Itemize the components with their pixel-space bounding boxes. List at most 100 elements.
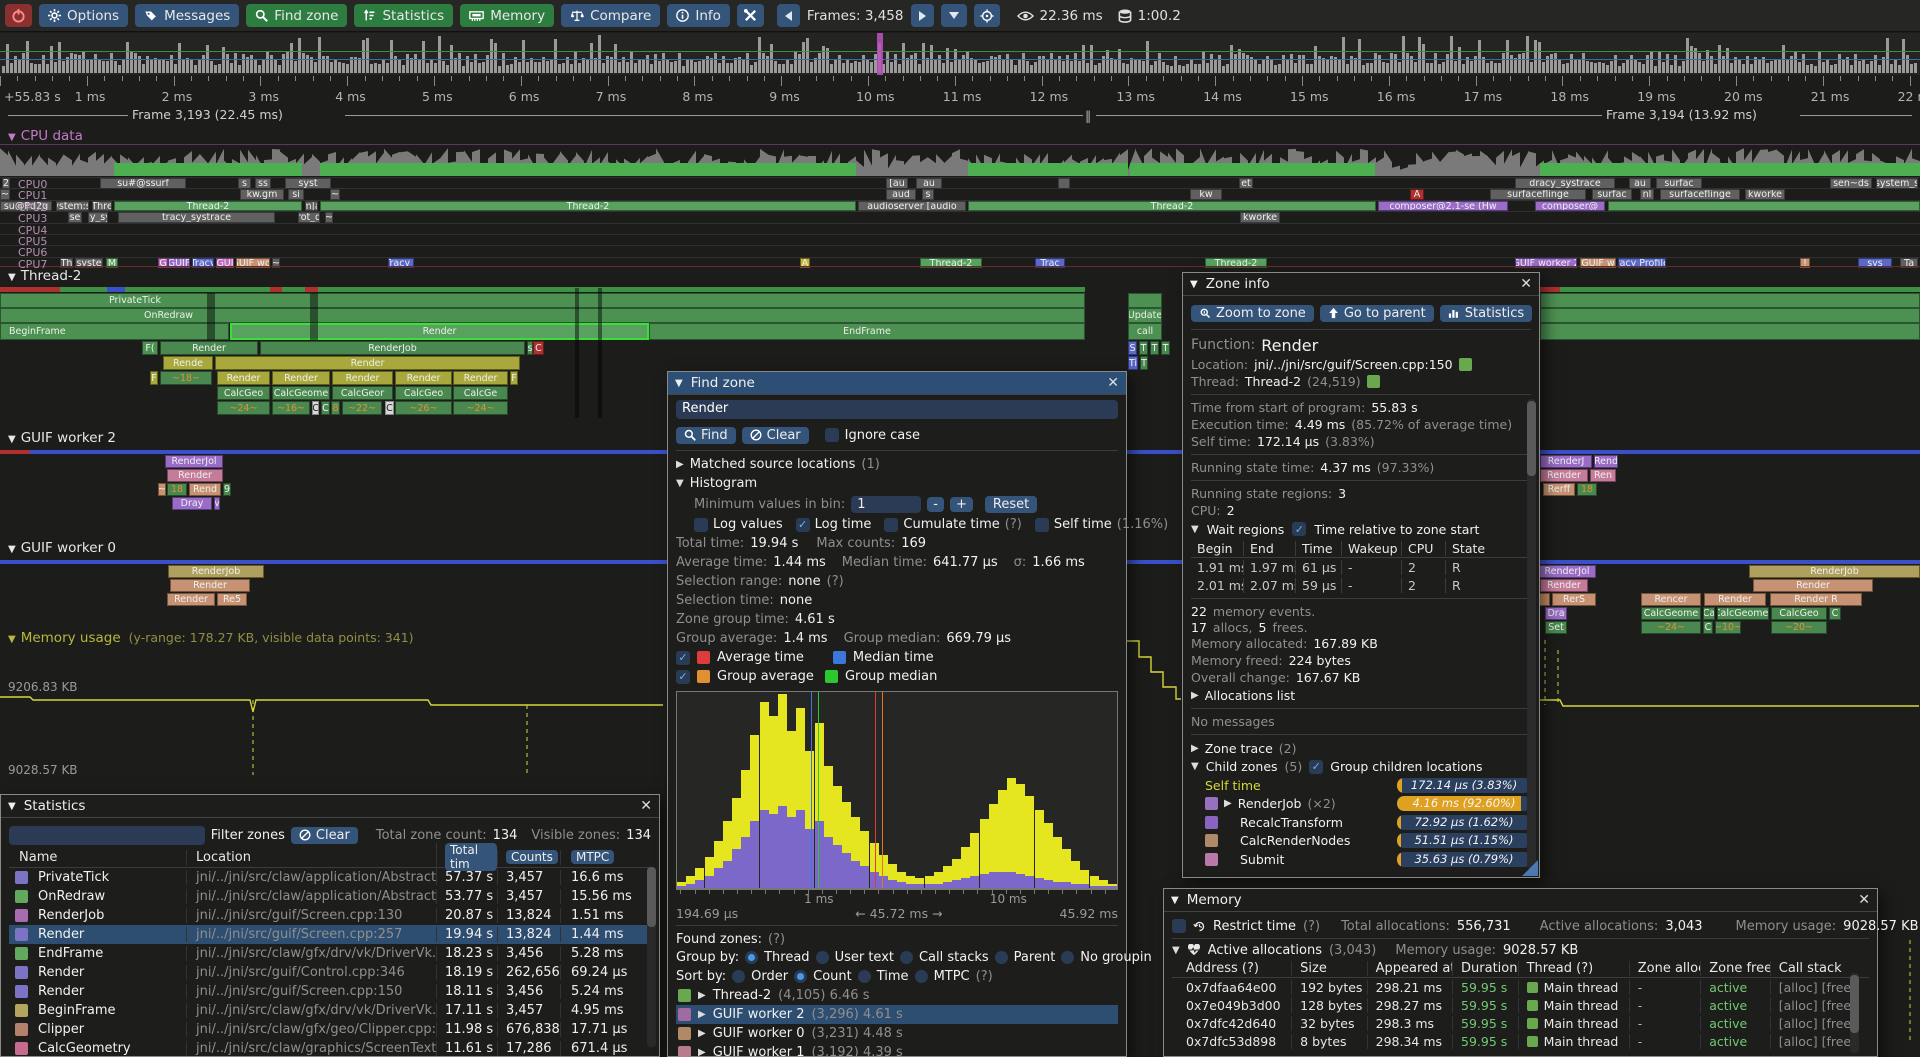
scrollbar-thumb[interactable] (1850, 975, 1859, 1033)
expand-arrow-icon[interactable]: ▶ (676, 459, 684, 470)
zone-render[interactable]: Render (395, 371, 452, 385)
scrollbar-thumb[interactable] (1527, 401, 1536, 476)
zone-rend[interactable]: Rend (189, 483, 221, 496)
zone-rerff[interactable]: Rerff (1543, 483, 1575, 496)
close-icon[interactable]: ✕ (1858, 892, 1870, 908)
wait-col-time[interactable]: Time (1295, 541, 1341, 556)
group-by-radio-no-groupin[interactable] (1061, 951, 1074, 964)
found-zone-group-guif-worker-2[interactable]: ▶GUIF worker 2(3,296) 4.61 s (676, 1005, 1118, 1024)
zone-kw[interactable]: kw (1190, 189, 1222, 200)
collapse-arrow-icon[interactable]: ▼ (1191, 761, 1199, 772)
statistics-row-render[interactable]: Renderjni/../jni/src/guif/Control.cpp:34… (9, 963, 651, 982)
alloc-col-size[interactable]: Size (1291, 961, 1366, 976)
zone-s[interactable]: s (238, 178, 251, 189)
zone-render[interactable]: Render (332, 371, 393, 385)
ignore-case-checkbox[interactable] (825, 428, 839, 442)
found-zone-group-guif-worker-1[interactable]: ▶GUIF worker 1(3,192) 4.39 s (676, 1043, 1118, 1057)
alloc-col-zone-alloc[interactable]: Zone alloc (1629, 961, 1701, 976)
zone-calcgeome[interactable]: CalcGeome (1641, 607, 1701, 620)
col-location[interactable]: Location (186, 850, 436, 865)
group-by-radio-parent[interactable] (995, 951, 1008, 964)
zone-c[interactable]: C (1829, 607, 1841, 620)
sort-by-radio-order[interactable] (732, 970, 745, 983)
allocation-row[interactable]: 0x7e049b3d00128 bytes298.27 ms59.95 sMai… (1172, 996, 1869, 1014)
zone-update[interactable]: Update (1128, 308, 1162, 323)
wait-regions-label[interactable]: Wait regions (1207, 522, 1285, 537)
expand-arrow-icon[interactable]: ▶ (1224, 798, 1232, 809)
zone-dra[interactable]: Dra (1545, 607, 1567, 620)
log-time-checkbox[interactable] (796, 518, 810, 532)
zone-thre[interactable]: Thre (92, 201, 112, 212)
zone-calcgeo[interactable]: CalcGeo (217, 386, 270, 400)
zone-t[interactable]: T (1161, 341, 1170, 355)
zone-rende[interactable]: Rende (163, 356, 213, 370)
find-button[interactable]: Find (676, 427, 736, 444)
zone-render[interactable]: Render (167, 469, 223, 482)
frame-dropdown-button[interactable] (941, 4, 967, 27)
collapse-arrow-icon[interactable]: ▼ (1191, 524, 1199, 535)
alloc-col-duration[interactable]: Duration (1452, 961, 1518, 976)
zone-calcgeo[interactable]: CalcGeo (1771, 607, 1827, 620)
zone-dray[interactable]: Dray (172, 497, 212, 510)
statistics-row-onredraw[interactable]: OnRedrawjni/../jni/src/claw/application/… (9, 887, 651, 906)
guif-worker0-header[interactable]: ▼GUIF worker 0 (8, 540, 116, 556)
zone-beginframe[interactable]: BeginFrame (0, 323, 229, 340)
zone-2[interactable]: 2 (2, 178, 10, 189)
zone-system-se[interactable]: system:se (56, 201, 89, 212)
zone-si[interactable]: si (288, 189, 304, 200)
location-value[interactable]: jni/../jni/src/guif/Screen.cpp:150 (1254, 357, 1452, 372)
zone-c[interactable]: C (533, 341, 544, 355)
zone-surfaceflinge[interactable]: surfaceflinge (1490, 189, 1586, 200)
zone-endframe[interactable]: EndFrame (649, 323, 1085, 340)
histogram-section-label[interactable]: Histogram (690, 476, 757, 491)
zone-rend[interactable]: Rend (1594, 455, 1618, 468)
zone--24-[interactable]: ~24~ (217, 401, 270, 415)
matched-locations-label[interactable]: Matched source locations (690, 457, 856, 472)
zone-render[interactable]: Render (215, 356, 520, 370)
compare-button[interactable]: Compare (561, 4, 660, 27)
zone--10-[interactable]: ~10~ (1715, 621, 1741, 634)
cumulate-time-checkbox[interactable] (884, 518, 898, 532)
help-icon[interactable]: (?) (827, 574, 844, 589)
zone-ca[interactable]: Ca (1703, 607, 1715, 620)
zone-18[interactable]: 18 (167, 483, 187, 496)
expand-arrow-icon[interactable]: ▶ (698, 1047, 706, 1057)
min-bin-decrease-button[interactable]: - (927, 497, 944, 512)
zone--au[interactable]: [au (886, 178, 908, 189)
zone--[interactable]: ~ (330, 189, 340, 200)
wait-col-wakeup[interactable]: Wakeup (1341, 541, 1401, 556)
collapse-arrow-icon[interactable]: ▼ (676, 478, 684, 489)
memory-usage-header[interactable]: ▼Memory usage(y-range: 178.27 KB, visibl… (8, 630, 414, 646)
zone-render-r[interactable]: Render R (1770, 593, 1862, 606)
zone-renderjob[interactable]: RenderJob (1749, 565, 1920, 578)
expand-arrow-icon[interactable]: ▶ (698, 1028, 706, 1039)
zone-render[interactable]: Render (170, 579, 250, 592)
group-by-radio-thread[interactable] (745, 951, 758, 964)
zone-privatetick[interactable]: PrivateTick (1540, 293, 1920, 308)
zone-render[interactable]: Render (453, 371, 508, 385)
frame-3193-label[interactable]: Frame 3,193 (22.45 ms) (132, 107, 283, 122)
zone-nl[interactable]: nl (1640, 189, 1654, 200)
zone-render[interactable]: Render (1540, 579, 1588, 592)
zone-8[interactable]: 8 (331, 401, 340, 415)
close-icon[interactable]: ✕ (640, 798, 652, 814)
statistics-row-endframe[interactable]: EndFramejni/../jni/src/claw/gfx/drv/vk/D… (9, 944, 651, 963)
zone-render[interactable]: Render (1753, 579, 1873, 592)
zone--18-[interactable]: ~18~ (160, 371, 212, 385)
time-relative-checkbox[interactable] (1292, 522, 1306, 536)
zone-render[interactable]: Render (272, 371, 330, 385)
zone-composer-2-1-se-hw[interactable]: composer@2.1-se (Hw (1378, 201, 1508, 212)
zone-f[interactable]: F (510, 371, 518, 385)
frame-time-graph[interactable] (0, 33, 1920, 75)
find-zone-histogram[interactable] (676, 691, 1118, 889)
collapse-arrow-icon[interactable]: ▼ (1172, 945, 1180, 956)
power-button[interactable] (5, 4, 32, 27)
zone-s[interactable]: s (922, 189, 934, 200)
close-icon[interactable]: ✕ (1107, 375, 1119, 391)
zone-kworke[interactable]: kworke (1745, 189, 1785, 200)
found-zone-group-guif-worker-0[interactable]: ▶GUIF worker 0(3,231) 4.48 s (676, 1024, 1118, 1043)
scrollbar[interactable] (647, 867, 656, 1047)
zone-render[interactable]: Render (1540, 323, 1920, 340)
zone-onredraw[interactable]: OnRedraw (0, 308, 1085, 323)
alloc-col-zone-free[interactable]: Zone free (1700, 961, 1770, 976)
